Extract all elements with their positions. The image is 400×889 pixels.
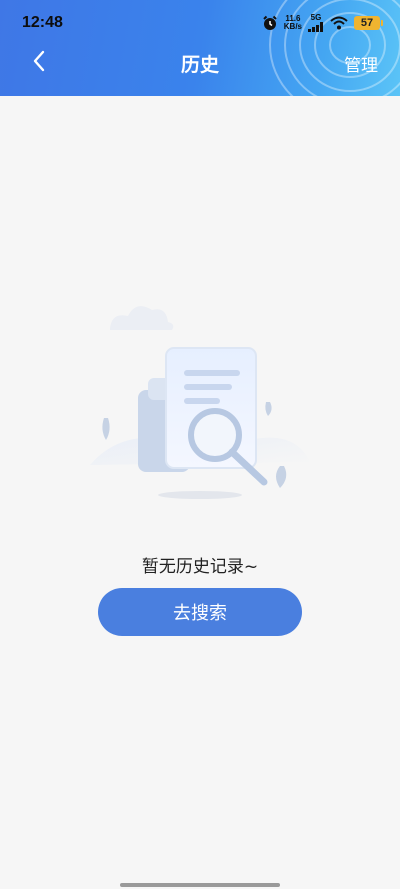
leaf-right-small — [265, 402, 272, 416]
document-line-3 — [184, 398, 220, 404]
battery-indicator: 57 — [354, 16, 383, 30]
header-bar: 12:48 11.6 KB/s 5G 57 历史 管理 — [0, 0, 400, 96]
leaf-right — [276, 466, 287, 488]
network-type: 5G — [310, 13, 322, 22]
manage-button[interactable]: 管理 — [344, 51, 378, 76]
network-speed-unit: KB/s — [283, 22, 302, 31]
status-bar: 12:48 11.6 KB/s 5G 57 — [0, 0, 400, 44]
leaf-left — [102, 418, 110, 440]
battery-level: 57 — [360, 17, 374, 29]
go-search-button[interactable]: 去搜索 — [98, 588, 302, 636]
home-indicator[interactable] — [120, 883, 280, 887]
signal-group: 5G — [308, 14, 324, 32]
wifi-icon — [330, 16, 348, 30]
status-icons: 11.6 KB/s 5G 57 — [262, 13, 383, 33]
alarm-icon — [263, 15, 277, 30]
cloud-shape — [110, 306, 174, 330]
document-line-1 — [184, 370, 240, 376]
empty-history-illustration — [90, 306, 310, 499]
empty-state-message: 暂无历史记录~ — [141, 557, 259, 577]
document-line-2 — [184, 384, 232, 390]
shadow-shape — [158, 491, 242, 499]
network-speed: 11.6 KB/s — [284, 15, 302, 31]
cellular-signal-icon — [308, 22, 323, 32]
status-time: 12:48 — [22, 14, 63, 31]
page-title: 历史 — [180, 54, 219, 76]
